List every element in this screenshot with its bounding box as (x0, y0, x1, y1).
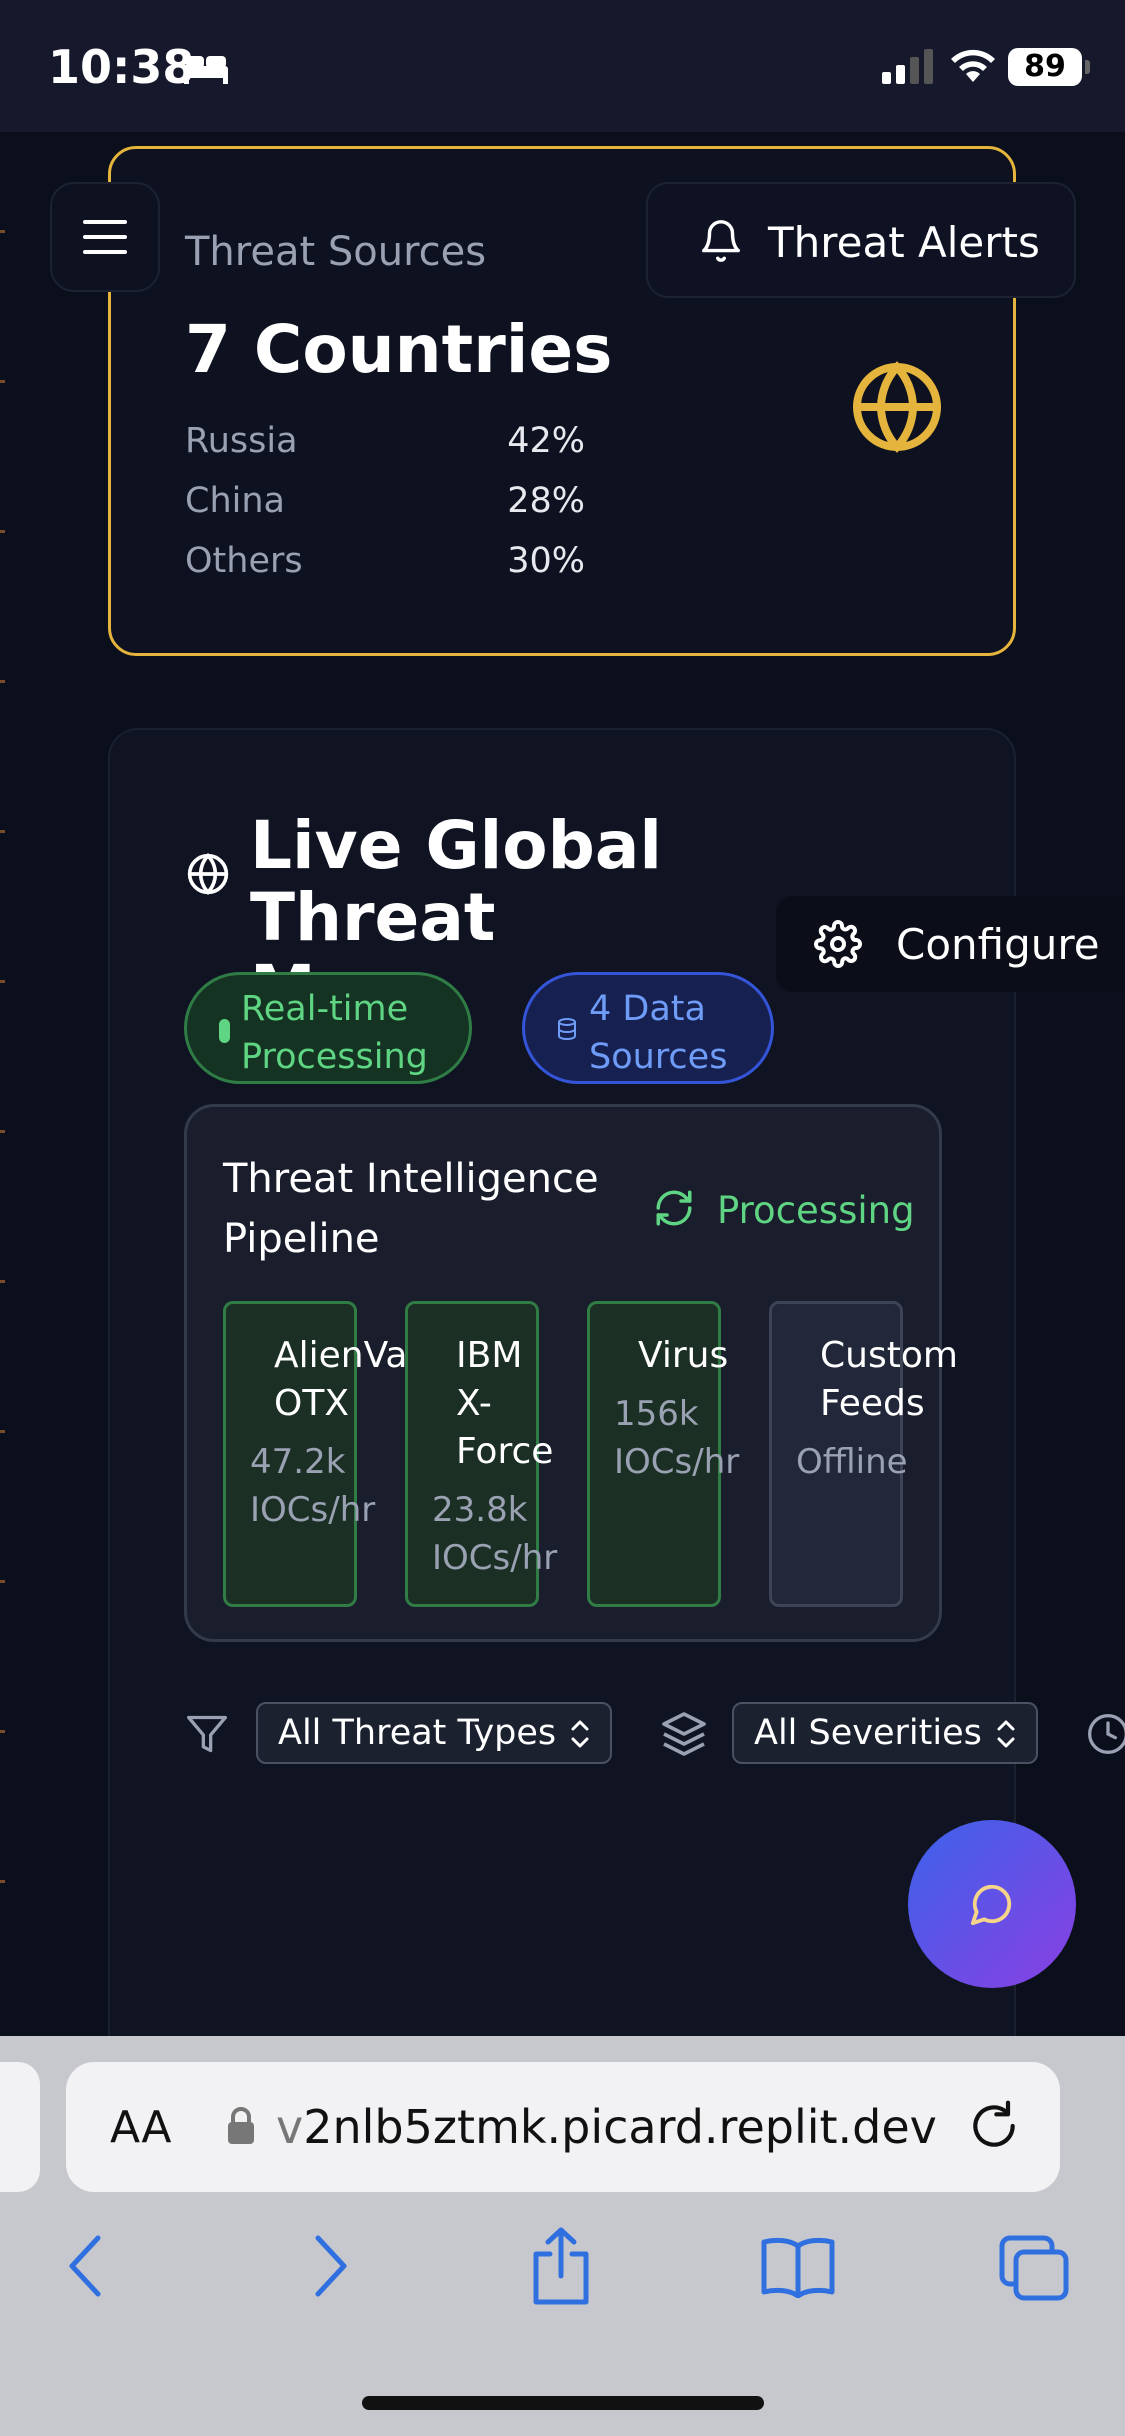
source-percent: 28% (507, 481, 585, 521)
threat-type-select[interactable]: All Threat Types (256, 1702, 612, 1764)
feed-name: VirusTotal (638, 1335, 728, 1376)
live-indicator-icon (219, 1019, 230, 1043)
tabs-icon[interactable] (998, 2234, 1070, 2302)
source-percent: 30% (507, 541, 585, 581)
forward-icon[interactable] (310, 2234, 350, 2298)
bookmarks-icon[interactable] (760, 2236, 836, 2298)
source-percent: 42% (507, 421, 585, 461)
source-country: Others (185, 541, 303, 581)
back-icon[interactable] (66, 2234, 106, 2298)
database-icon (558, 1018, 576, 1041)
gear-icon (814, 920, 862, 968)
chevron-updown-icon (571, 1720, 589, 1748)
status-time: 10:38 (48, 40, 195, 94)
configure-label: Configure (896, 920, 1100, 969)
reload-icon[interactable] (966, 2098, 1022, 2154)
globe-icon (853, 361, 941, 453)
feed-rate: 47.2k IOCs/hr (250, 1442, 376, 1530)
feed-rate: Offline (796, 1442, 908, 1482)
realtime-badge-label: Real-time Processing (241, 989, 428, 1077)
battery-nub (1085, 60, 1090, 74)
layers-icon (662, 1712, 706, 1756)
chat-button[interactable] (908, 1820, 1076, 1988)
filter-row: All Threat Types All Severities (0, 1700, 1125, 1764)
source-country: China (185, 481, 285, 521)
data-sources-badge: 4 Data Sources (522, 972, 774, 1084)
configure-button[interactable]: Configure (776, 896, 1125, 992)
refresh-icon (656, 1190, 692, 1226)
source-row: Russia 42% (185, 421, 585, 471)
url-text: v2nlb5ztmk.picard.replit.dev (276, 2100, 937, 2154)
feed-card-virustotal[interactable]: VirusTotal 156k IOCs/hr (587, 1301, 739, 1607)
pipeline-title: Threat Intelligence Pipeline (223, 1156, 599, 1262)
source-row: China 28% (185, 481, 585, 531)
cell-signal-icon (882, 49, 933, 84)
threat-alerts-label: Threat Alerts (768, 218, 1040, 267)
threat-alerts-button[interactable]: Threat Alerts (646, 182, 1076, 298)
feed-name: IBM X-Force (456, 1335, 554, 1472)
threat-intel-pipeline: Threat Intelligence Pipeline Processing … (184, 1104, 958, 1642)
severity-select[interactable]: All Severities (732, 1702, 1038, 1764)
hamburger-icon (83, 220, 127, 254)
feed-card-alienvault[interactable]: AlienVault OTX 47.2k IOCs/hr (223, 1301, 454, 1607)
feed-name: Custom Feeds (820, 1335, 958, 1424)
feed-rate: 23.8k IOCs/hr (432, 1490, 558, 1578)
chat-bubble-icon (970, 1884, 1012, 1926)
share-icon[interactable] (528, 2226, 594, 2306)
threat-type-value: All Threat Types (278, 1713, 557, 1753)
data-sources-label: 4 Data Sources (589, 989, 728, 1077)
source-country: Russia (185, 421, 298, 461)
bell-icon (702, 220, 740, 262)
feed-card-custom[interactable]: Custom Feeds Offline (769, 1301, 958, 1607)
lock-icon (228, 2107, 254, 2144)
clock-icon (1088, 1714, 1125, 1754)
status-bar: 10:38 89 (0, 0, 1125, 132)
previous-tab-peek[interactable] (0, 2062, 40, 2192)
reader-settings-button[interactable]: AA (110, 2102, 171, 2153)
address-bar[interactable]: AA v2nlb5ztmk.picard.replit.dev (66, 2062, 1060, 2192)
realtime-processing-badge: Real-time Processing (184, 972, 472, 1084)
battery-indicator: 89 (1008, 48, 1082, 86)
chevron-updown-icon (997, 1720, 1015, 1748)
globe-icon (187, 852, 229, 896)
severity-value: All Severities (754, 1713, 982, 1753)
wifi-icon (951, 49, 995, 82)
feed-card-ibm-xforce[interactable]: IBM X-Force 23.8k IOCs/hr (405, 1301, 557, 1607)
pipeline-status: Processing (717, 1189, 915, 1232)
feed-rate: 156k IOCs/hr (614, 1394, 740, 1482)
threat-sources-label: Threat Sources (185, 229, 487, 275)
source-row: Others 30% (185, 541, 585, 591)
sleep-focus-icon (184, 56, 228, 84)
threat-sources-value: 7 Countries (185, 311, 613, 388)
menu-button[interactable] (50, 182, 160, 292)
home-indicator (362, 2396, 764, 2410)
filter-icon (187, 1715, 227, 1753)
